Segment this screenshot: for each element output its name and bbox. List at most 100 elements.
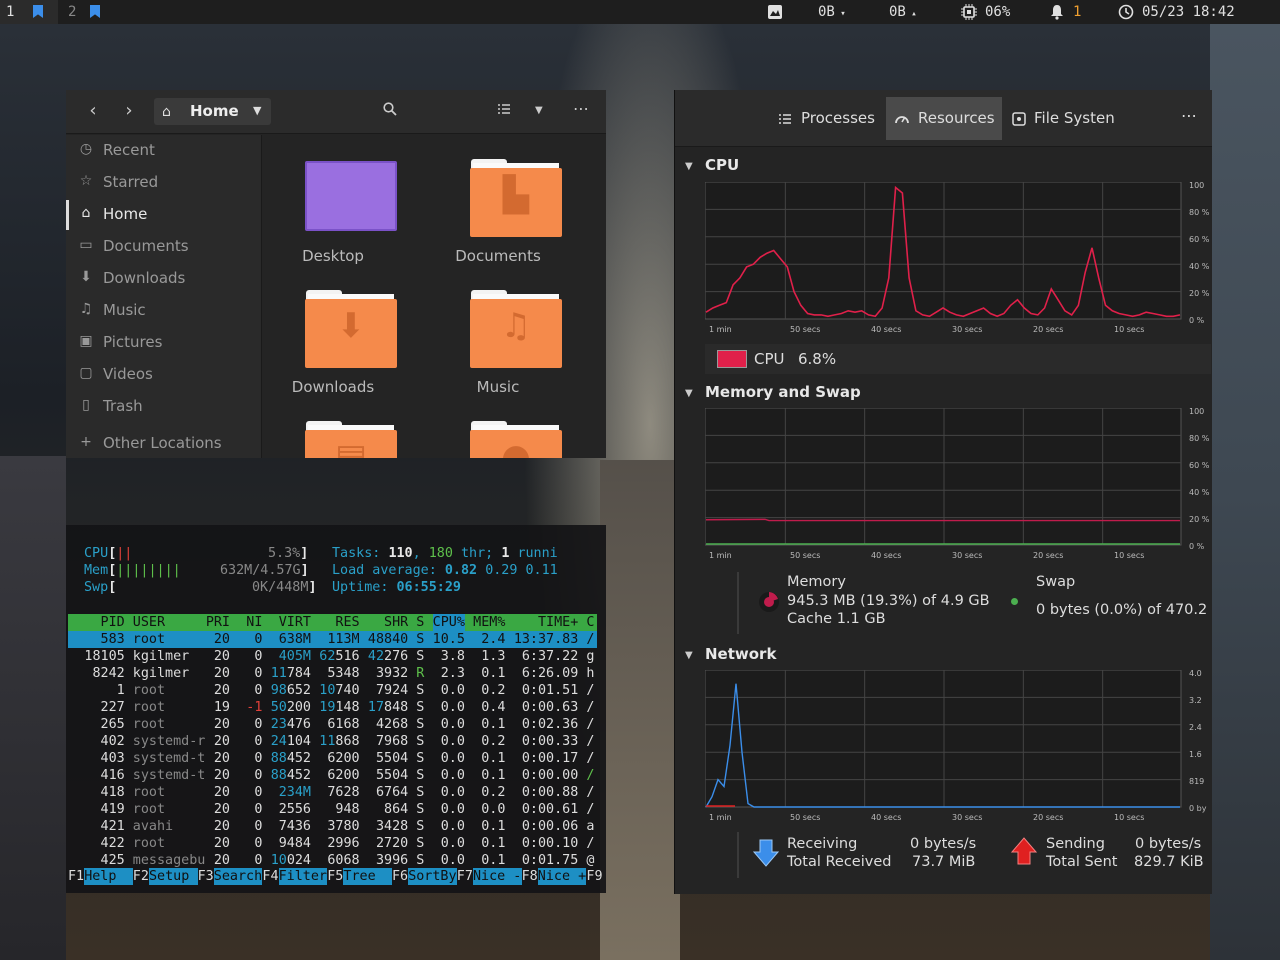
network-graph: 1 min 50 secs 40 secs 30 secs 20 secs 10 secs…: [705, 670, 1207, 822]
fkey-setup-button[interactable]: Setup: [149, 868, 198, 885]
more-icon[interactable]: ⋯: [573, 99, 589, 118]
workspace-2[interactable]: 2: [62, 0, 108, 24]
column-header-time[interactable]: TIME+: [538, 614, 578, 631]
table-row[interactable]: 1 root 20 0 98652 10740 7924 S 0.0 0.2 0:01.51/: [68, 682, 597, 699]
column-header-c[interactable]: C: [586, 614, 594, 631]
memory-x-tick: 50 secs: [790, 551, 820, 560]
column-header-pid[interactable]: PID: [101, 614, 125, 631]
process-row-highlighted[interactable]: 583 root 20 0 638M 113M 48840 S 10.5 2.4 13:37.83/: [68, 631, 597, 648]
cpu-x-tick: 40 secs: [871, 325, 901, 334]
folder-item[interactable]: ●: [428, 397, 568, 458]
sidebar-item-other-locations[interactable]: + Other Locations: [66, 429, 262, 458]
sidebar-item-downloads[interactable]: ⬇ Downloads: [66, 264, 262, 294]
column-header-shr[interactable]: SHR: [384, 614, 408, 631]
list-icon: [779, 114, 791, 124]
cpu-color-swatch[interactable]: [717, 350, 747, 368]
path-bar-home[interactable]: ⌂ Home ▼: [154, 98, 271, 125]
fkey-tree-button[interactable]: Tree: [343, 868, 392, 885]
collapse-caret-icon[interactable]: ▼: [685, 388, 693, 399]
search-icon[interactable]: [383, 102, 397, 116]
network-x-tick: 1 min: [709, 813, 732, 822]
table-row[interactable]: 227 root 19 -1 50200 19148 17848 S 0.0 0.4 0:00.63…: [68, 699, 597, 716]
table-row[interactable]: 421 avahi 20 0 7436 3780 3428 S 0.0 0.1 0:00.06 a: [68, 818, 597, 835]
table-row[interactable]: 18105 kgilmer 20 0 405M 62516 42276 S 3.8 1.3 6:37…: [68, 648, 597, 665]
bell-icon[interactable]: [1049, 4, 1065, 20]
net-down-readout[interactable]: 0B ▾: [818, 0, 846, 24]
table-row[interactable]: 418 root 20 0 234M 7628 6764 S 0.0 0.2 0:00.88/: [68, 784, 597, 801]
table-row[interactable]: 8242 kgilmer 20 0 11784 5348 3932 R 2.3 0.1 6:26.0…: [68, 665, 597, 682]
tab-file-systems[interactable]: File Systen: [1006, 97, 1118, 140]
fkey-sortby-button[interactable]: SortBy: [408, 868, 457, 885]
column-header-s[interactable]: S: [416, 614, 424, 631]
back-button[interactable]: ‹: [81, 100, 105, 124]
table-row[interactable]: 402 systemd-r 20 0 24104 11868 7968 S 0.0 0.2 0:00…: [68, 733, 597, 750]
workspace-1[interactable]: 1: [0, 0, 58, 24]
sidebar-item-label: Documents: [103, 237, 189, 255]
sidebar-item-trash[interactable]: ▯ Trash: [66, 392, 262, 422]
fkey-search-button[interactable]: Search: [213, 868, 263, 885]
folder-downloads[interactable]: ⬇ Downloads: [263, 266, 403, 396]
sidebar-item-starred[interactable]: ☆ Starred: [66, 168, 262, 198]
table-row[interactable]: 265 root 20 0 23476 6168 4268 S 0.0 0.1 0:02.36/: [68, 716, 597, 733]
column-header-mem[interactable]: MEM%: [473, 614, 505, 631]
cpu-y-tick: 20 %: [1189, 289, 1210, 298]
folder-item[interactable]: ▤: [263, 397, 403, 458]
cpu-y-tick: 100: [1189, 182, 1204, 190]
column-header-user[interactable]: USER: [133, 614, 165, 631]
column-header-ni[interactable]: NI: [246, 614, 262, 631]
sidebar-item-pictures[interactable]: ▣ Pictures: [66, 328, 262, 358]
network-legend: Receiving Total Received 0 bytes/s 73.7 …: [737, 832, 1211, 878]
more-icon[interactable]: ⋯: [1181, 106, 1197, 125]
cpu-y-tick: 40 %: [1189, 262, 1210, 271]
sidebar-item-label: Videos: [103, 365, 153, 383]
swap-color-dot[interactable]: [1011, 598, 1018, 605]
sidebar-item-label: Home: [103, 205, 148, 223]
cpu-y-tick: 60 %: [1189, 235, 1210, 244]
memory-pie-icon[interactable]: [757, 590, 781, 614]
collapse-caret-icon[interactable]: ▼: [685, 161, 693, 172]
memory-section-title[interactable]: Memory and Swap: [705, 383, 861, 401]
net-up-readout[interactable]: 0B ▴: [889, 0, 917, 24]
column-header-virt[interactable]: VIRT: [279, 614, 311, 631]
clock-icon: [1118, 4, 1134, 20]
folder-music[interactable]: ♫ Music: [428, 266, 568, 396]
datetime[interactable]: 05/23 18:42: [1142, 0, 1235, 24]
sidebar-item-recent[interactable]: ◷ Recent: [66, 136, 262, 166]
column-header-pri[interactable]: PRI: [206, 614, 230, 631]
sidebar-item-home[interactable]: ⌂ Home: [66, 200, 262, 230]
network-x-tick: 50 secs: [790, 813, 820, 822]
arrow-up-icon[interactable]: [1011, 836, 1037, 866]
process-table-header[interactable]: PID USER PRI NI VIRT RES SHR S CPU% MEM% TIME+ C: [68, 614, 597, 631]
htop-terminal[interactable]: CPU[|| 5.3%] Mem[|||||||| 632M/4.57G] Sw…: [66, 525, 606, 893]
table-row[interactable]: 425 messagebu 20 0 10024 6068 3996 S 0.0 0.1 0:01.…: [68, 852, 597, 869]
column-header-res[interactable]: RES: [335, 614, 359, 631]
table-row[interactable]: 422 root 20 0 9484 2996 2720 S 0.0 0.1 0:00.10/: [68, 835, 597, 852]
network-y-tick: 0 by: [1189, 804, 1207, 813]
sidebar-item-music[interactable]: ♫ Music: [66, 296, 262, 326]
sidebar-item-videos[interactable]: ▢ Videos: [66, 360, 262, 390]
cpu-section-title[interactable]: CPU: [705, 156, 739, 174]
fkey-help-button[interactable]: Help: [84, 868, 133, 885]
fkey-filter-button[interactable]: Filter: [278, 868, 328, 885]
fkey-nice-button[interactable]: Nice +: [537, 868, 587, 885]
memory-y-tick: 0 %: [1189, 542, 1205, 551]
fkey-nice-button[interactable]: Nice -: [473, 868, 522, 885]
column-header-cpu[interactable]: CPU%: [432, 614, 465, 631]
table-row[interactable]: 416 systemd-t 20 0 88452 6200 5504 S 0.0 0.1 0:00.…: [68, 767, 597, 784]
network-section-title[interactable]: Network: [705, 645, 776, 663]
cpu-x-tick: 30 secs: [952, 325, 982, 334]
sidebar-item-documents[interactable]: ▭ Documents: [66, 232, 262, 262]
arrow-down-icon[interactable]: [753, 838, 779, 868]
collapse-caret-icon[interactable]: ▼: [685, 650, 693, 661]
monitor-icon[interactable]: [767, 4, 783, 20]
forward-button[interactable]: ›: [117, 100, 141, 124]
tab-processes[interactable]: Processes: [766, 97, 884, 140]
table-row[interactable]: 403 systemd-t 20 0 88452 6200 5504 S 0.0 0.1 0:00.…: [68, 750, 597, 767]
sort-dropdown-icon[interactable]: ▼: [535, 105, 543, 116]
tab-resources[interactable]: Resources: [886, 97, 1002, 140]
list-view-icon[interactable]: [497, 102, 511, 116]
folder-documents[interactable]: ▙ Documents: [428, 135, 568, 265]
table-row[interactable]: 419 root 20 0 2556 948 864 S 0.0 0.0 0:00.61/: [68, 801, 597, 818]
folder-desktop[interactable]: Desktop: [263, 135, 403, 265]
cpu-readout[interactable]: 06%: [985, 0, 1010, 24]
